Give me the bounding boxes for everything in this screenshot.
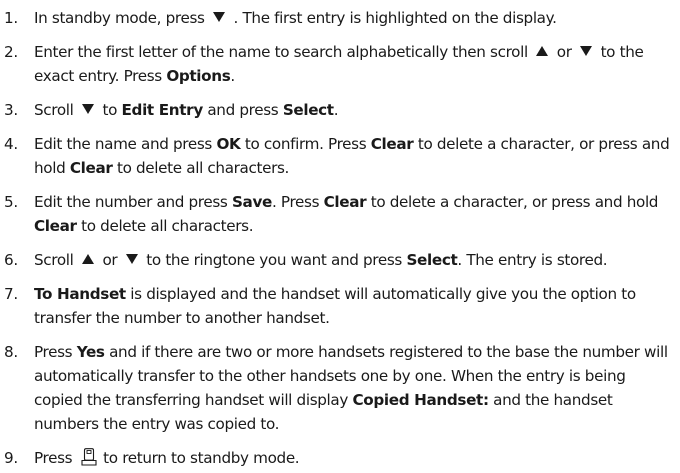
step-text-fragment: Press: [34, 343, 77, 361]
display-copied-handset-label: Copied Handset:: [352, 391, 490, 409]
step-number: 9.: [4, 449, 18, 467]
key-select-label: Select: [282, 101, 334, 119]
arrow-down-icon: [580, 46, 593, 56]
step-text: Press to return to standby mode.: [34, 446, 670, 473]
step-text-fragment: or: [552, 43, 577, 61]
step-number: 7.: [4, 285, 18, 303]
step-text: In standby mode, press . The first entry…: [34, 6, 670, 30]
step-5: 5. Edit the number and press Save. Press…: [4, 190, 670, 238]
step-text-fragment: to the ringtone you want and press: [141, 251, 407, 269]
step-text-fragment: . Press: [271, 193, 324, 211]
step-text-fragment: .: [230, 67, 235, 85]
step-8: 8. Press Yes and if there are two or mor…: [4, 340, 670, 436]
steps-list: 1. In standby mode, press . The first en…: [4, 6, 670, 473]
key-clear-label: Clear: [69, 159, 113, 177]
arrow-down-icon: [82, 104, 95, 114]
step-1: 1. In standby mode, press . The first en…: [4, 6, 670, 30]
key-select-label: Select: [406, 251, 458, 269]
step-text-fragment: to delete all characters.: [112, 159, 290, 177]
key-save-label: Save: [231, 193, 272, 211]
step-text-fragment: . The first entry is highlighted on the …: [229, 9, 557, 27]
step-number: 1.: [4, 9, 18, 27]
step-number: 3.: [4, 101, 18, 119]
arrow-up-icon: [82, 254, 95, 264]
step-text-fragment: to delete a character, or press and hold: [366, 193, 659, 211]
step-3: 3. Scroll to Edit Entry and press Select…: [4, 98, 670, 122]
step-text-fragment: to return to standby mode.: [98, 449, 300, 467]
step-text: Edit the name and press OK to confirm. P…: [34, 132, 670, 180]
step-text: Scroll to Edit Entry and press Select.: [34, 98, 670, 122]
step-7: 7. To Handset is displayed and the hands…: [4, 282, 670, 330]
step-text-fragment: Edit the name and press: [34, 135, 217, 153]
step-number: 4.: [4, 135, 18, 153]
menu-edit-entry-label: Edit Entry: [121, 101, 204, 119]
step-text: Enter the first letter of the name to se…: [34, 40, 670, 88]
step-text-fragment: Scroll: [34, 251, 79, 269]
step-text-fragment: to: [98, 101, 122, 119]
step-4: 4. Edit the name and press OK to confirm…: [4, 132, 670, 180]
step-text-fragment: . The entry is stored.: [457, 251, 608, 269]
step-text-fragment: Enter the first letter of the name to se…: [34, 43, 533, 61]
step-text-fragment: to delete all characters.: [76, 217, 254, 235]
step-2: 2. Enter the first letter of the name to…: [4, 40, 670, 88]
display-to-handset-label: To Handset: [34, 285, 126, 303]
step-9: 9. Press to return to standby mode.: [4, 446, 670, 473]
arrow-down-icon: [125, 254, 138, 264]
step-text: To Handset is displayed and the handset …: [34, 282, 670, 330]
step-6: 6. Scroll or to the ringtone you want an…: [4, 248, 670, 272]
key-clear-label: Clear: [34, 217, 77, 235]
step-text: Press Yes and if there are two or more h…: [34, 340, 670, 436]
step-text-fragment: Press: [34, 449, 77, 467]
key-ok-label: OK: [216, 135, 241, 153]
step-text-fragment: .: [333, 101, 339, 119]
step-text-fragment: to confirm. Press: [240, 135, 371, 153]
step-text-fragment: Scroll: [34, 101, 79, 119]
step-text-fragment: In standby mode, press: [34, 9, 210, 27]
key-clear-label: Clear: [323, 193, 367, 211]
step-number: 8.: [4, 343, 18, 361]
step-text-fragment: Edit the number and press: [34, 193, 232, 211]
step-number: 5.: [4, 193, 18, 211]
arrow-down-icon: [213, 12, 226, 22]
step-text: Scroll or to the ringtone you want and p…: [34, 248, 670, 272]
step-text-fragment: and press: [202, 101, 283, 119]
step-text: Edit the number and press Save. Press Cl…: [34, 190, 670, 238]
key-options-label: Options: [166, 67, 231, 85]
instructions-document: 1. In standby mode, press . The first en…: [0, 0, 680, 467]
step-number: 6.: [4, 251, 18, 269]
arrow-up-icon: [536, 46, 549, 56]
step-text-fragment: or: [98, 251, 122, 269]
step-number: 2.: [4, 43, 18, 61]
end-call-handset-icon: [81, 448, 97, 473]
key-yes-label: Yes: [76, 343, 105, 361]
key-clear-label: Clear: [370, 135, 414, 153]
